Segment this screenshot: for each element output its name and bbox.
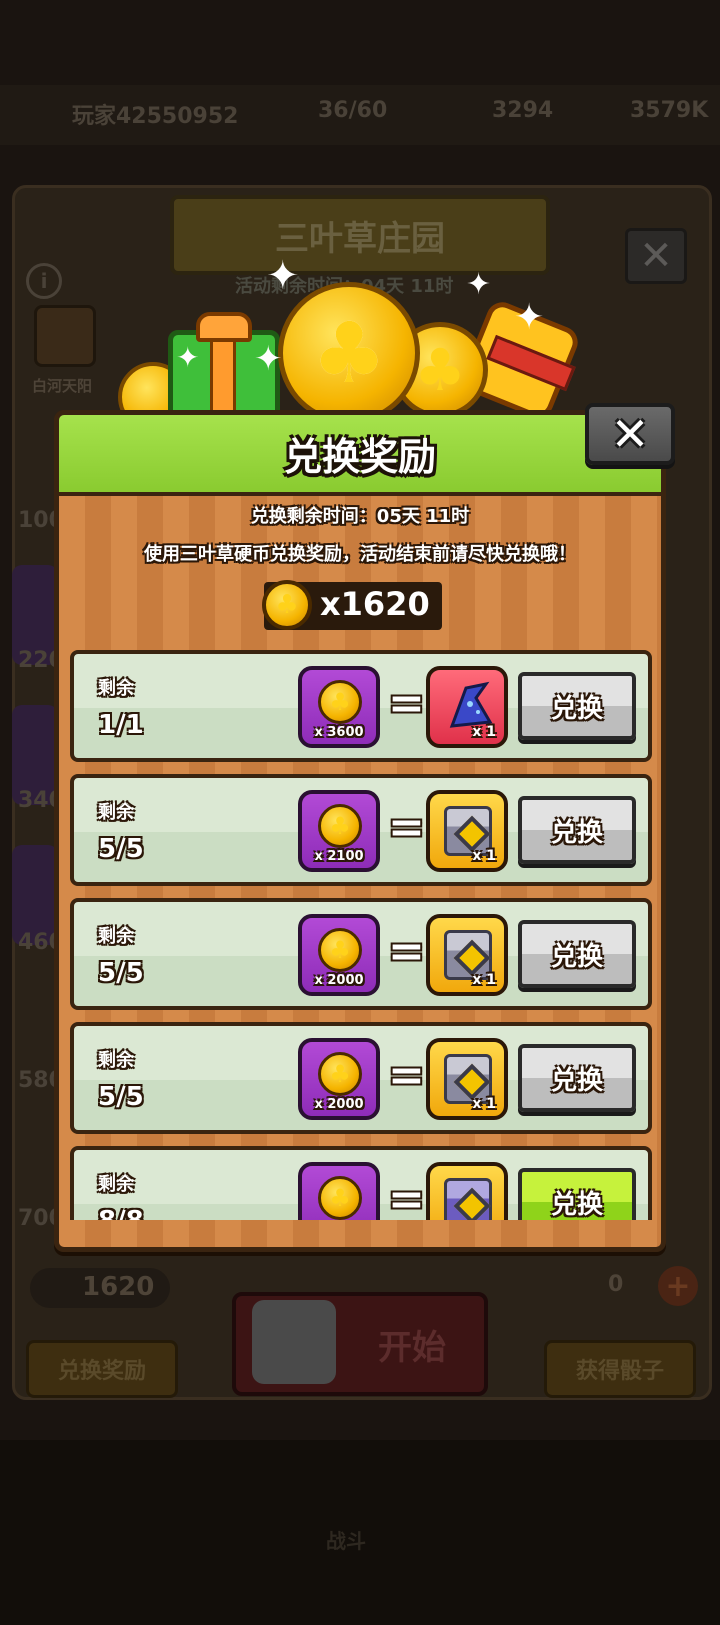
board-title-banner: 三叶草庄园	[170, 195, 550, 275]
cost-amount: x 2000	[314, 973, 364, 988]
remaining-label: 剩余	[98, 678, 134, 699]
avatar-name: 白河天阳	[32, 377, 93, 395]
remaining-count: 5/5	[98, 1082, 144, 1112]
reward-list[interactable]: 剩余 1/1 ♣ x 3600 = x 1 兑换 剩余 5/5 ♣ x 2100…	[70, 650, 652, 1220]
clover-coin-icon: ♣	[318, 680, 362, 724]
dice-count: 0	[608, 1272, 624, 1297]
close-button[interactable]: ✕	[585, 403, 675, 465]
redeem-button[interactable]: 兑换	[518, 1044, 636, 1112]
remaining-label: 剩余	[98, 926, 134, 947]
sparkle-icon: ✦	[266, 253, 300, 299]
cost-tile: ♣	[298, 1162, 380, 1220]
equals-icon: =	[388, 926, 425, 977]
reward-tile[interactable]: x 1	[426, 914, 508, 996]
redeem-button[interactable]: 兑换	[518, 1168, 636, 1220]
equals-icon: =	[388, 678, 425, 729]
cost-amount: x 2000	[314, 1097, 364, 1112]
info-icon: i	[26, 263, 62, 299]
clover-coin-icon: ♣	[318, 1052, 362, 1096]
dice-icon	[252, 1300, 336, 1384]
purple-chest-icon	[444, 1178, 492, 1220]
remaining-label: 剩余	[98, 1174, 134, 1195]
modal-header: 兑换奖励	[54, 410, 666, 496]
reward-tile[interactable]	[426, 1162, 508, 1220]
gift-bow-decoration	[196, 312, 252, 342]
board-close-icon: ✕	[625, 228, 687, 284]
get-dice-button: 获得骰子	[544, 1340, 696, 1398]
redeem-button[interactable]: 兑换	[518, 920, 636, 988]
remaining-count: 1/1	[98, 710, 144, 740]
start-label: 开始	[378, 1328, 446, 1368]
reward-tile[interactable]: x 1	[426, 790, 508, 872]
reward-quantity: x 1	[472, 972, 496, 988]
reward-quantity: x 1	[472, 1096, 496, 1112]
sparkle-icon: ✦	[176, 341, 200, 374]
reward-row: 剩余 5/5 ♣ x 2100 = x 1 兑换	[70, 774, 652, 886]
clover-coin-icon: ♣	[318, 1176, 362, 1220]
cost-tile: ♣ x 2100	[298, 790, 380, 872]
remaining-label: 剩余	[98, 1050, 134, 1071]
cost-amount: x 3600	[314, 725, 364, 740]
clover-coin-icon: ♣	[262, 580, 312, 630]
avatar	[34, 305, 96, 367]
remaining-label: 剩余	[98, 802, 134, 823]
equals-icon: =	[388, 1174, 425, 1221]
reward-row: 剩余 5/5 ♣ x 2000 = x 1 兑换	[70, 898, 652, 1010]
equals-icon: =	[388, 1050, 425, 1101]
redeem-description: 使用三叶草硬币兑换奖励，活动结束前请尽快兑换哦！	[144, 544, 576, 565]
redeem-button[interactable]: 兑换	[518, 672, 636, 740]
reward-row: 剩余 5/5 ♣ x 2000 = x 1 兑换	[70, 1022, 652, 1134]
cost-tile: ♣ x 2000	[298, 1038, 380, 1120]
nav-battle: 战斗	[326, 1529, 366, 1553]
reward-quantity: x 1	[472, 848, 496, 864]
sparkle-icon: ✦	[514, 297, 545, 338]
remaining-count: 8/8	[98, 1206, 144, 1220]
remaining-count: 5/5	[98, 834, 144, 864]
gold-stat: 3579K	[630, 98, 709, 123]
redeem-time-remaining: 兑换剩余时间：05天 11时	[250, 506, 470, 527]
redeem-rewards-label: 兑换奖励	[57, 1359, 146, 1384]
coin-balance-value: x1620	[320, 585, 430, 623]
reward-quantity: x 1	[472, 724, 496, 740]
equals-icon: =	[388, 802, 425, 853]
cost-amount: x 2100	[314, 849, 364, 864]
reward-tile[interactable]: x 1	[426, 666, 508, 748]
get-dice-label: 获得骰子	[575, 1359, 664, 1384]
add-dice-icon: +	[658, 1266, 698, 1306]
clover-coin-big-decoration: ♣	[278, 282, 420, 424]
coin-balance-value: 1620	[82, 1272, 155, 1302]
remaining-count: 5/5	[98, 958, 144, 988]
board-title: 三叶草庄园	[275, 218, 445, 259]
reward-row: 剩余 8/8 ♣ = 兑换	[70, 1146, 652, 1220]
cost-tile: ♣ x 3600	[298, 666, 380, 748]
reward-tile[interactable]: x 1	[426, 1038, 508, 1120]
clover-coin-icon: ♣	[318, 804, 362, 848]
wizard-hat-icon	[449, 681, 493, 728]
sparkle-icon: ✦	[254, 339, 283, 379]
cost-tile: ♣ x 2000	[298, 914, 380, 996]
gem-stat: 3294	[492, 98, 554, 123]
reward-row: 剩余 1/1 ♣ x 3600 = x 1 兑换	[70, 650, 652, 762]
redeem-rewards-button: 兑换奖励	[26, 1340, 178, 1398]
sparkle-icon: ✦	[466, 267, 492, 302]
close-icon: ✕	[610, 407, 650, 461]
redeem-button[interactable]: 兑换	[518, 796, 636, 864]
clover-coin-icon: ♣	[318, 928, 362, 972]
energy-stat: 36/60	[318, 98, 388, 123]
player-name: 玩家42550952	[72, 104, 239, 129]
modal-title: 兑换奖励	[283, 435, 436, 479]
